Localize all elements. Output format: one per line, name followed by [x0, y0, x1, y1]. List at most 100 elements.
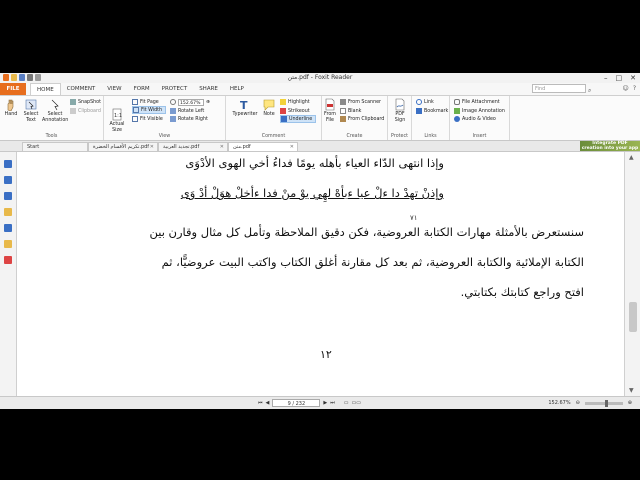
- last-page-icon[interactable]: ⏭: [330, 400, 335, 406]
- audio-video-button[interactable]: Audio & Video: [454, 115, 496, 123]
- tab-protect[interactable]: PROTECT: [156, 83, 194, 95]
- close-tab-icon[interactable]: ✕: [220, 143, 224, 152]
- snapshot-button[interactable]: SnapShot: [70, 98, 101, 106]
- maximize-icon[interactable]: □: [616, 73, 623, 83]
- highlight-button[interactable]: Highlight: [280, 98, 310, 106]
- underline-button[interactable]: Underline: [280, 115, 317, 123]
- rotate-right-button[interactable]: Rotate Right: [170, 115, 208, 123]
- zoom-out-icon[interactable]: ⊖: [576, 399, 580, 407]
- paragraph-line-1: سنستعرض بالأمثلة مهارات الكتابة العروضية…: [149, 225, 584, 239]
- clipboard-button[interactable]: Clipboard: [70, 107, 101, 115]
- doc-tab-tajdid[interactable]: تجديد العربية.pdf ✕: [158, 142, 228, 151]
- promo-banner[interactable]: Integrate PDF creation into your app: [580, 141, 640, 151]
- bookmark-button[interactable]: Bookmark: [416, 107, 448, 115]
- pages-panel-icon[interactable]: [4, 176, 12, 184]
- scroll-thumb[interactable]: [629, 302, 637, 332]
- fit-page-button[interactable]: Fit Page: [132, 98, 159, 106]
- pdf-sign-icon: [395, 98, 405, 111]
- signatures-panel-icon[interactable]: [4, 256, 12, 264]
- tab-comment[interactable]: COMMENT: [61, 83, 102, 95]
- actual-size-icon: 1:1: [112, 108, 122, 121]
- bookmark-icon: [416, 108, 422, 114]
- page-number-input[interactable]: 9 / 232: [272, 399, 321, 407]
- tab-home[interactable]: HOME: [30, 83, 61, 95]
- select-annotation-button[interactable]: Select Annotation: [42, 98, 68, 123]
- zoom-percentage[interactable]: 152.67%: [548, 399, 570, 407]
- fit-width-button[interactable]: Fit Width: [132, 106, 167, 114]
- document-tabs: Start تكريم الأقسام الخضرة.pdf ✕ تجديد ال…: [0, 141, 640, 152]
- from-clipboard-button[interactable]: From Clipboard: [340, 115, 384, 123]
- zoom-slider[interactable]: [584, 399, 623, 407]
- view-mode-icon[interactable]: ▭: [344, 400, 349, 406]
- page-number: ١٢: [320, 348, 332, 361]
- next-page-icon[interactable]: ▶: [323, 400, 327, 406]
- user-icon[interactable]: ☺: [623, 83, 629, 95]
- zoom-status: 152.67% ⊖ ⊕: [548, 399, 632, 407]
- links-group-label: Links: [424, 134, 437, 139]
- comment-group: T Typewriter Note Highlight Strikeout Un…: [226, 96, 322, 140]
- foxit-reader-window: متن.pdf - Foxit Reader – □ ✕ FILE HOME C…: [0, 73, 640, 409]
- tab-form[interactable]: FORM: [128, 83, 156, 95]
- close-tab-icon[interactable]: ✕: [150, 143, 154, 152]
- minimize-icon[interactable]: –: [604, 73, 608, 83]
- facing-mode-icon[interactable]: ▭▭: [351, 400, 360, 406]
- hand-button[interactable]: Hand: [2, 98, 20, 118]
- strikeout-button[interactable]: Strikeout: [280, 107, 310, 115]
- find-input[interactable]: Find: [532, 84, 586, 93]
- attachments-panel-icon[interactable]: [4, 224, 12, 232]
- tab-view[interactable]: VIEW: [101, 83, 127, 95]
- home-ribbon: Hand Select Text Select Annotation SnapSho…: [0, 96, 640, 141]
- zoom-select[interactable]: 152.67%: [178, 98, 204, 106]
- previous-page-icon[interactable]: ◀: [266, 400, 270, 406]
- doc-tab-matn[interactable]: متن.pdf ✕: [228, 142, 298, 151]
- layers-panel-icon[interactable]: [4, 192, 12, 200]
- link-icon: [416, 99, 422, 105]
- zoom-slider-handle[interactable]: [604, 399, 608, 407]
- zoom-in-icon[interactable]: ⊕: [206, 100, 210, 105]
- fit-visible-icon: [132, 116, 138, 122]
- image-annotation-button[interactable]: Image Annotation: [454, 107, 505, 115]
- blank-button[interactable]: Blank: [340, 107, 361, 115]
- tools-group-label: Tools: [45, 134, 58, 139]
- scroll-up-icon[interactable]: ▲: [629, 154, 634, 161]
- create-group: From File From Scanner Blank From Clipboa…: [322, 96, 388, 140]
- note-button[interactable]: Note: [261, 98, 277, 118]
- create-group-label: Create: [346, 134, 363, 139]
- link-button[interactable]: Link: [416, 98, 434, 106]
- zoom-icon: [170, 99, 176, 105]
- pdf-sign-button[interactable]: PDF Sign: [391, 98, 409, 123]
- from-file-button[interactable]: From File: [323, 98, 337, 123]
- typewriter-icon: T: [240, 99, 248, 111]
- document-page: وإذا انتهى الدّاء العياء بأهله يومًا فدا…: [17, 152, 624, 396]
- page-navigation: ⏮ ◀ 9 / 232 ▶ ⏭ ▭ ▭▭: [258, 399, 361, 407]
- select-text-button[interactable]: Select Text: [22, 98, 40, 123]
- vertical-scrollbar[interactable]: ▲ ▼: [624, 152, 640, 396]
- file-attachment-button[interactable]: File Attachment: [454, 98, 500, 106]
- zoom-in-icon[interactable]: ⊕: [628, 399, 632, 407]
- svg-text:T: T: [240, 99, 248, 111]
- from-scanner-button[interactable]: From Scanner: [340, 98, 381, 106]
- typewriter-button[interactable]: T Typewriter: [231, 98, 259, 118]
- links-group: Link Bookmark Links: [412, 96, 450, 140]
- close-icon[interactable]: ✕: [630, 73, 636, 83]
- select-text-icon: [25, 99, 37, 110]
- doc-tab-start[interactable]: Start: [22, 142, 88, 151]
- protect-group: PDF Sign Protect: [388, 96, 412, 140]
- actual-size-button[interactable]: 1:1 Actual Size: [107, 108, 127, 133]
- title-bar: متن.pdf - Foxit Reader – □ ✕: [0, 73, 640, 83]
- first-page-icon[interactable]: ⏮: [258, 400, 263, 406]
- comments-panel-icon[interactable]: [4, 208, 12, 216]
- bookmarks-panel-icon[interactable]: [4, 160, 12, 168]
- help-icon[interactable]: ?: [633, 83, 636, 95]
- close-tab-icon[interactable]: ✕: [290, 143, 294, 152]
- tab-help[interactable]: HELP: [224, 83, 250, 95]
- tab-share[interactable]: SHARE: [193, 83, 224, 95]
- scroll-down-icon[interactable]: ▼: [629, 387, 634, 394]
- fit-visible-button[interactable]: Fit Visible: [132, 115, 163, 123]
- security-panel-icon[interactable]: [4, 240, 12, 248]
- doc-tab-taakrim[interactable]: تكريم الأقسام الخضرة.pdf ✕: [88, 142, 158, 151]
- underline-icon: [281, 116, 287, 122]
- file-tab[interactable]: FILE: [0, 83, 26, 95]
- rotate-left-button[interactable]: Rotate Left: [170, 107, 204, 115]
- hand-icon: [7, 99, 14, 111]
